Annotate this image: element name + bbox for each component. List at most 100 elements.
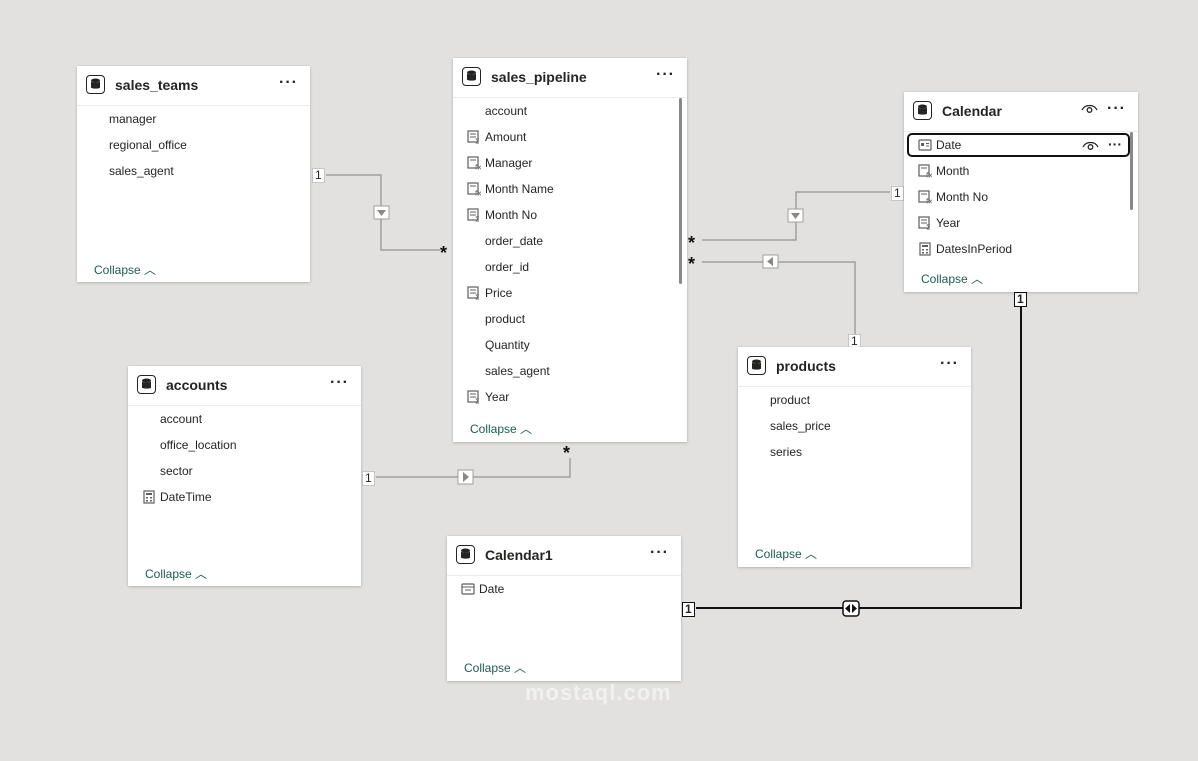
- field-item[interactable]: order_id: [453, 254, 687, 280]
- table-icon: [913, 101, 932, 120]
- collapse-label: Collapse: [464, 661, 511, 675]
- calculated-column-icon: fx: [467, 182, 481, 196]
- field-item[interactable]: Quantity: [453, 332, 687, 358]
- field-label: Date: [479, 582, 505, 596]
- field-item[interactable]: order_date: [453, 228, 687, 254]
- table-icon: [456, 545, 475, 564]
- scrollbar[interactable]: [1130, 132, 1133, 210]
- more-options-icon[interactable]: ···: [1107, 100, 1126, 118]
- table-icon: [86, 75, 105, 94]
- table-card-accounts[interactable]: accounts ··· account office_location sec…: [128, 366, 361, 586]
- svg-text:Σ: Σ: [475, 294, 479, 301]
- field-label: Quantity: [485, 338, 530, 352]
- collapse-button[interactable]: Collapse ︿: [145, 565, 207, 582]
- more-options-icon[interactable]: ···: [940, 355, 959, 373]
- field-label: Month No: [485, 208, 538, 222]
- field-item[interactable]: regional_office: [77, 132, 310, 158]
- table-card-products[interactable]: products ··· product sales_price series …: [738, 347, 971, 567]
- cardinality-one: 1: [1014, 292, 1027, 307]
- field-label: sales_agent: [485, 364, 550, 378]
- field-item[interactable]: manager: [77, 106, 310, 132]
- field-item[interactable]: Σ Year: [904, 210, 1138, 236]
- calculator-icon: [919, 242, 931, 256]
- chevron-up-icon: ︿: [514, 661, 527, 675]
- more-options-icon[interactable]: ···: [330, 374, 349, 392]
- field-item[interactable]: Σ Year: [453, 384, 687, 410]
- collapse-label: Collapse: [921, 272, 968, 286]
- field-label: Year: [485, 390, 510, 404]
- field-list: account office_location sector DateTime: [128, 406, 361, 510]
- field-label: DatesInPeriod: [936, 242, 1013, 256]
- field-item[interactable]: account: [453, 98, 687, 124]
- field-item[interactable]: DateTime: [128, 484, 361, 510]
- more-options-icon[interactable]: ···: [656, 66, 675, 84]
- svg-text:Σ: Σ: [475, 398, 479, 405]
- more-options-icon[interactable]: ···: [279, 74, 298, 92]
- field-label: Month No: [936, 190, 989, 204]
- table-card-calendar1[interactable]: Calendar1 ··· Date Collapse ︿: [447, 536, 681, 681]
- table-title: accounts: [166, 377, 228, 393]
- field-item[interactable]: fx Manager: [453, 150, 687, 176]
- table-card-sales-pipeline[interactable]: sales_pipeline ··· account Σ Amount fx M…: [453, 58, 687, 442]
- field-label: account: [160, 412, 203, 426]
- field-item[interactable]: fx Month Name: [453, 176, 687, 202]
- svg-text:fx: fx: [475, 164, 481, 171]
- field-item[interactable]: sales_agent: [77, 158, 310, 184]
- cardinality-many: *: [440, 243, 448, 263]
- collapse-button[interactable]: Collapse ︿: [921, 270, 983, 287]
- field-item[interactable]: DatesInPeriod: [904, 236, 1138, 262]
- field-item[interactable]: fx Month No: [904, 184, 1138, 210]
- field-label: sales_agent: [109, 164, 174, 178]
- field-item[interactable]: Date: [447, 576, 681, 602]
- table-header[interactable]: products ···: [738, 347, 971, 387]
- more-options-icon[interactable]: ···: [650, 544, 669, 562]
- table-header[interactable]: Calendar1 ···: [447, 536, 681, 576]
- field-item[interactable]: product: [453, 306, 687, 332]
- field-item[interactable]: series: [738, 439, 971, 465]
- chevron-up-icon: ︿: [520, 422, 533, 436]
- table-header[interactable]: sales_pipeline ···: [453, 58, 687, 98]
- more-options-icon[interactable]: ···: [1108, 131, 1122, 157]
- field-item[interactable]: Σ Amount: [453, 124, 687, 150]
- field-item[interactable]: Σ Month No: [453, 202, 687, 228]
- field-label: Month: [936, 164, 970, 178]
- field-item[interactable]: sales_agent: [453, 358, 687, 384]
- field-label: Month Name: [485, 182, 554, 196]
- chevron-up-icon: ︿: [195, 567, 208, 581]
- collapse-label: Collapse: [470, 422, 517, 436]
- collapse-button[interactable]: Collapse ︿: [470, 420, 532, 437]
- calculated-column-icon: fx: [918, 164, 932, 178]
- field-label: Year: [936, 216, 961, 230]
- measure-icon: Σ: [467, 390, 479, 405]
- table-title: Calendar1: [485, 547, 553, 563]
- collapse-button[interactable]: Collapse ︿: [755, 545, 817, 562]
- calculated-column-icon: fx: [918, 190, 932, 204]
- table-card-calendar[interactable]: Calendar ··· Date ··· fx Month fx Month …: [904, 92, 1138, 292]
- cardinality-one: 1: [362, 471, 375, 486]
- table-card-sales-teams[interactable]: sales_teams ··· manager regional_office …: [77, 66, 310, 282]
- field-item[interactable]: fx Month: [904, 158, 1138, 184]
- field-item[interactable]: sales_price: [738, 413, 971, 439]
- cardinality-one: 1: [312, 168, 325, 183]
- svg-text:Σ: Σ: [475, 216, 479, 223]
- table-header[interactable]: accounts ···: [128, 366, 361, 406]
- eye-icon[interactable]: [1081, 103, 1098, 115]
- field-label: office_location: [160, 438, 237, 452]
- field-item[interactable]: Σ Price: [453, 280, 687, 306]
- collapse-button[interactable]: Collapse ︿: [464, 659, 526, 676]
- chevron-up-icon: ︿: [144, 263, 157, 277]
- svg-text:Σ: Σ: [926, 224, 930, 231]
- field-item[interactable]: sector: [128, 458, 361, 484]
- eye-icon[interactable]: [1082, 140, 1099, 152]
- table-title: Calendar: [942, 103, 1002, 119]
- field-item[interactable]: account: [128, 406, 361, 432]
- table-header[interactable]: Calendar ···: [904, 92, 1138, 132]
- table-header[interactable]: sales_teams ···: [77, 66, 310, 106]
- measure-icon: Σ: [467, 286, 479, 301]
- field-item[interactable]: product: [738, 387, 971, 413]
- collapse-button[interactable]: Collapse ︿: [94, 261, 156, 278]
- field-label: regional_office: [109, 138, 187, 152]
- scrollbar[interactable]: [679, 98, 682, 284]
- field-item[interactable]: Date ···: [904, 132, 1138, 158]
- field-item[interactable]: office_location: [128, 432, 361, 458]
